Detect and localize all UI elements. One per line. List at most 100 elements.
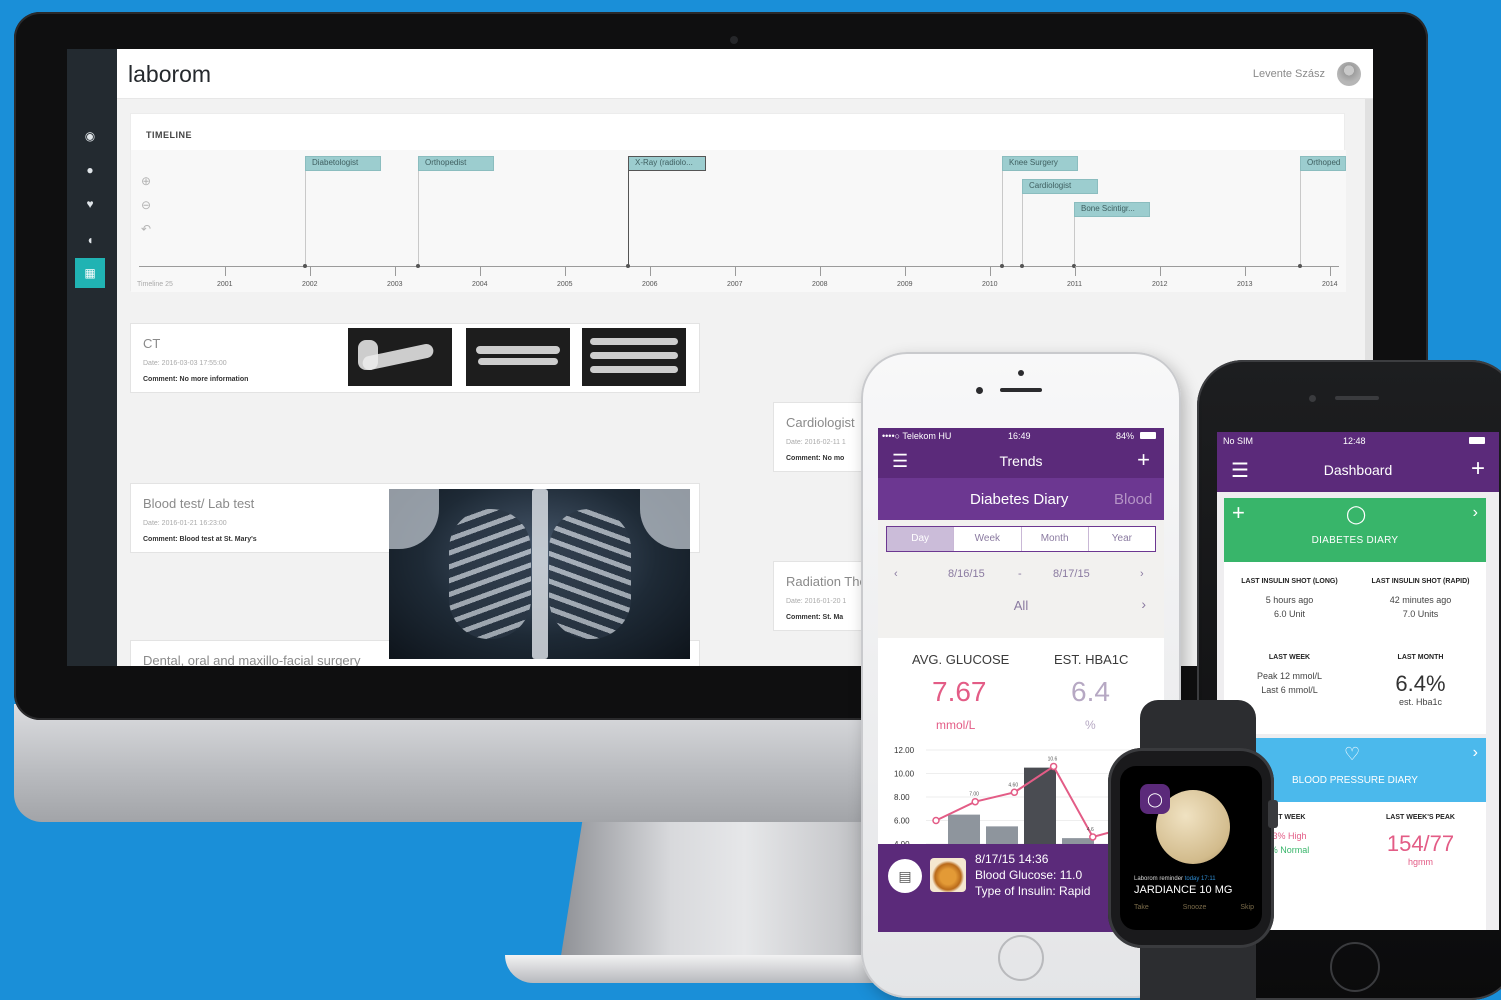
heart-icon[interactable]: ♥ — [75, 189, 105, 219]
xray-thumbnail[interactable] — [348, 328, 452, 386]
home-button[interactable] — [998, 935, 1044, 981]
timeline-panel: TIMELINE ⊕ ⊖ ↶ Diabetologist Orthopedist… — [130, 113, 1346, 292]
data-point — [1089, 833, 1097, 841]
hba1c-value: 6.4% — [1395, 671, 1446, 696]
status-bar: ••••○ Telekom HU 16:49 84% — [878, 428, 1164, 444]
diary-next[interactable]: Blood — [1114, 491, 1152, 508]
timeline-event[interactable]: Orthopedist — [418, 156, 494, 171]
user-name[interactable]: Levente Szász — [1253, 68, 1325, 80]
diary-switcher[interactable]: Diabetes Diary Blood — [878, 478, 1164, 520]
chevron-right-icon[interactable]: › — [1473, 504, 1478, 522]
entry-datetime: 8/17/15 14:36 — [975, 852, 1049, 866]
notes-icon[interactable]: ▤ — [888, 859, 922, 893]
reminder-actions: Take Snooze Skip — [1134, 904, 1254, 911]
imac-camera — [730, 36, 738, 44]
chevron-left-icon[interactable]: ‹ — [894, 568, 898, 580]
event-line — [305, 164, 306, 266]
timeline-event[interactable]: Diabetologist — [305, 156, 381, 171]
record-date: Date: 2016-03-03 17:55:00 — [143, 360, 227, 367]
year-label: 2007 — [727, 281, 743, 288]
bp-peak-value: 154/77 — [1386, 831, 1455, 856]
year-label: 2009 — [897, 281, 913, 288]
nav-bar: ☰ Trends + — [878, 444, 1164, 478]
timeline-event[interactable]: X-Ray (radiolo... — [628, 156, 706, 171]
xray-thumbnail[interactable] — [466, 328, 570, 386]
diabetes-summary: LAST INSULIN SHOT (LONG) 5 hours ago 6.0… — [1224, 562, 1486, 734]
timeline-area[interactable]: ⊕ ⊖ ↶ Diabetologist Orthopedist X-Ray (r… — [131, 150, 1346, 292]
bar — [986, 826, 1018, 844]
heart-icon: ♡ — [1344, 744, 1361, 764]
xray-thumbnail[interactable] — [582, 328, 686, 386]
add-button[interactable]: + — [1137, 447, 1150, 473]
y-tick-label: 12.00 — [894, 746, 915, 755]
camera-icon[interactable]: ◉ — [75, 121, 105, 151]
timeline-event[interactable]: Orthoped — [1300, 156, 1346, 171]
segment-day[interactable]: Day — [887, 527, 955, 551]
year-label: 2005 — [557, 281, 573, 288]
timeline-event[interactable]: Bone Scintigr... — [1074, 202, 1150, 217]
filter-value[interactable]: All — [878, 598, 1164, 613]
meal-photo — [930, 858, 966, 892]
add-button[interactable]: + — [1471, 455, 1485, 483]
watch-band — [1140, 940, 1256, 1000]
year-label: 2010 — [982, 281, 998, 288]
axis-tick — [395, 266, 396, 276]
data-point — [1049, 762, 1058, 771]
event-dot — [416, 264, 420, 268]
drop-icon[interactable]: ● — [75, 155, 105, 185]
speaker — [1000, 388, 1042, 392]
year-label: 2002 — [302, 281, 318, 288]
record-title: Blood test/ Lab test — [143, 496, 255, 511]
snooze-button[interactable]: Snooze — [1183, 904, 1207, 911]
record-card[interactable]: CT Date: 2016-03-03 17:55:00 Comment: No… — [130, 323, 700, 393]
drop-icon: ◯ — [1346, 504, 1367, 524]
long-insulin-cell: LAST INSULIN SHOT (LONG) 5 hours ago 6.0… — [1224, 576, 1355, 621]
undo-icon[interactable]: ↶ — [141, 222, 155, 236]
chest-xray-image[interactable] — [389, 489, 690, 659]
zoom-in-icon[interactable]: ⊕ — [141, 174, 155, 188]
skip-button[interactable]: Skip — [1240, 904, 1254, 911]
cell-sub: est. Hba1c — [1398, 697, 1443, 707]
entry-glucose: Blood Glucose: 11.0 — [975, 868, 1083, 882]
home-button[interactable] — [1330, 942, 1380, 992]
period-segmented-control: Day Week Month Year — [886, 526, 1156, 552]
record-comment: Comment: No mo — [786, 455, 845, 462]
record-comment: Comment: St. Ma — [786, 614, 844, 621]
hba1c-value: 6.4 — [1071, 676, 1110, 707]
spine-shape — [532, 489, 548, 659]
side-nav: ◉ ● ♥ ◖ ▦ — [67, 49, 117, 666]
segment-month[interactable]: Month — [1022, 527, 1089, 551]
watch-crown[interactable] — [1268, 800, 1278, 828]
tile-label: DIABETES DIARY — [1311, 535, 1399, 546]
timeline-event[interactable]: Cardiologist — [1022, 179, 1098, 194]
segment-year[interactable]: Year — [1089, 527, 1155, 551]
nav-title: Trends — [999, 453, 1043, 469]
take-button[interactable]: Take — [1134, 904, 1149, 911]
chevron-right-icon[interactable]: › — [1141, 596, 1146, 612]
drop-icon: ◯ — [1140, 784, 1170, 814]
avatar[interactable] — [1337, 62, 1361, 86]
segment-week[interactable]: Week — [954, 527, 1022, 551]
drug-name: JARDIANCE 10 MG — [1134, 884, 1233, 896]
diary-current[interactable]: Diabetes Diary — [970, 491, 1068, 508]
bone-shape — [358, 340, 378, 370]
record-title: Dental, oral and maxillo-facial surgery — [143, 653, 361, 666]
bone-shape — [590, 338, 678, 345]
year-label: 2014 — [1322, 281, 1338, 288]
chevron-right-icon[interactable]: › — [1140, 568, 1144, 580]
cell-value: Peak 12 mmol/L — [1256, 671, 1323, 681]
data-label: 4.60 — [1008, 782, 1018, 788]
timeline-event[interactable]: Knee Surgery — [1002, 156, 1078, 171]
zoom-out-icon[interactable]: ⊖ — [141, 198, 155, 212]
ribcage-right — [549, 509, 631, 639]
diabetes-diary-tile[interactable]: + ◯ › DIABETES DIARY — [1224, 498, 1486, 562]
event-line — [1022, 186, 1023, 266]
add-entry-icon[interactable]: + — [1232, 500, 1245, 526]
app-logo: laborom — [128, 61, 212, 87]
nav-bar: ☰ Dashboard + — [1217, 450, 1499, 492]
glucose-value: 7.67 — [932, 676, 987, 707]
event-line — [1300, 164, 1301, 266]
calendar-icon[interactable]: ▦ — [75, 258, 105, 288]
chevron-right-icon[interactable]: › — [1473, 744, 1478, 762]
gauge-icon[interactable]: ◖ — [75, 225, 105, 255]
